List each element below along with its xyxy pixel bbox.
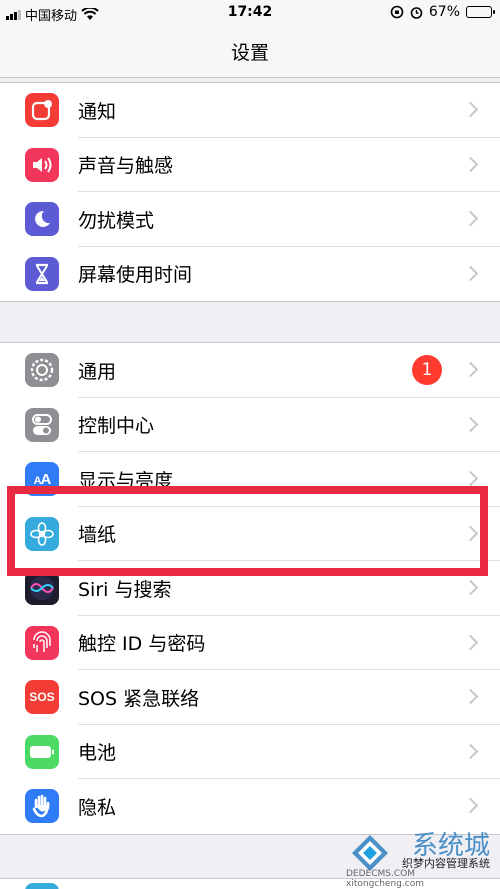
toggles-icon xyxy=(25,407,59,442)
battery-app-icon xyxy=(25,734,59,769)
alarm-icon xyxy=(410,6,423,19)
row-label: 触控 ID 与密码 xyxy=(78,633,206,656)
settings-row-general[interactable]: 通用 1 xyxy=(0,343,500,398)
partial-app-icon xyxy=(25,883,59,889)
chevron-right-icon xyxy=(462,579,479,596)
chevron-right-icon xyxy=(462,416,479,433)
settings-row-sounds[interactable]: 声音与触感 xyxy=(0,138,500,192)
chevron-right-icon xyxy=(462,470,479,487)
settings-group-1: 通知 声音与触感 勿扰模式 屏幕使用时间 xyxy=(0,82,500,302)
row-label: 勿扰模式 xyxy=(78,209,155,232)
navigation-bar: 设置 xyxy=(0,28,500,78)
notifications-icon xyxy=(25,93,59,128)
chevron-right-icon xyxy=(462,265,479,282)
watermark-line2: DEDECMS.COM xitongcheng.com xyxy=(346,869,424,889)
row-label: 声音与触感 xyxy=(78,155,174,178)
row-label: 隐私 xyxy=(78,796,117,819)
row-label: SOS 紧急联络 xyxy=(78,687,200,710)
chevron-right-icon xyxy=(462,797,479,814)
settings-row-touch-id[interactable]: 触控 ID 与密码 xyxy=(0,616,500,670)
hourglass-icon xyxy=(25,256,59,291)
row-label: 控制中心 xyxy=(78,415,155,438)
watermark-logo-icon xyxy=(352,835,388,871)
fingerprint-icon xyxy=(25,625,59,660)
row-label: 电池 xyxy=(78,742,117,765)
chevron-right-icon xyxy=(462,101,479,118)
battery-percent: 67% xyxy=(428,4,460,20)
watermark: 系统城 织梦内容管理系统 DEDECMS.COM xitongcheng.com xyxy=(346,825,496,889)
chevron-right-icon xyxy=(462,743,479,760)
settings-row-control-center[interactable]: 控制中心 xyxy=(0,398,500,452)
status-bar: 中国移动 17:42 67% xyxy=(0,0,500,28)
settings-row-do-not-disturb[interactable]: 勿扰模式 xyxy=(0,192,500,247)
gear-icon xyxy=(25,353,59,388)
siri-icon xyxy=(25,571,59,606)
sos-icon-text: SOS xyxy=(29,690,55,705)
chevron-right-icon xyxy=(462,634,479,651)
battery-icon xyxy=(466,6,495,18)
chevron-right-icon xyxy=(462,688,479,705)
row-label: 通用 xyxy=(78,360,117,383)
annotation-highlight-box xyxy=(7,486,488,576)
settings-row-notifications[interactable]: 通知 xyxy=(0,83,500,138)
sos-icon: SOS xyxy=(25,680,59,715)
orientation-lock-icon xyxy=(390,5,404,19)
status-right: 67% xyxy=(390,4,495,20)
page-title: 设置 xyxy=(230,42,269,64)
chevron-right-icon xyxy=(462,210,479,227)
settings-group-2: 通用 1 控制中心 AA 显示与亮度 墙纸 Siri 与搜索 触控 ID 与密码… xyxy=(0,342,500,835)
hand-icon xyxy=(25,789,59,824)
chevron-right-icon xyxy=(462,156,479,173)
row-label: 通知 xyxy=(78,100,117,123)
settings-row-emergency-sos[interactable]: SOS SOS 紧急联络 xyxy=(0,670,500,725)
settings-row-screen-time[interactable]: 屏幕使用时间 xyxy=(0,247,500,302)
moon-icon xyxy=(25,202,59,237)
chevron-right-icon xyxy=(462,361,479,378)
row-label: Siri 与搜索 xyxy=(78,578,172,601)
settings-row-battery[interactable]: 电池 xyxy=(0,725,500,779)
sound-icon xyxy=(25,147,59,182)
row-label: 屏幕使用时间 xyxy=(78,264,193,287)
notification-badge: 1 xyxy=(412,355,442,386)
